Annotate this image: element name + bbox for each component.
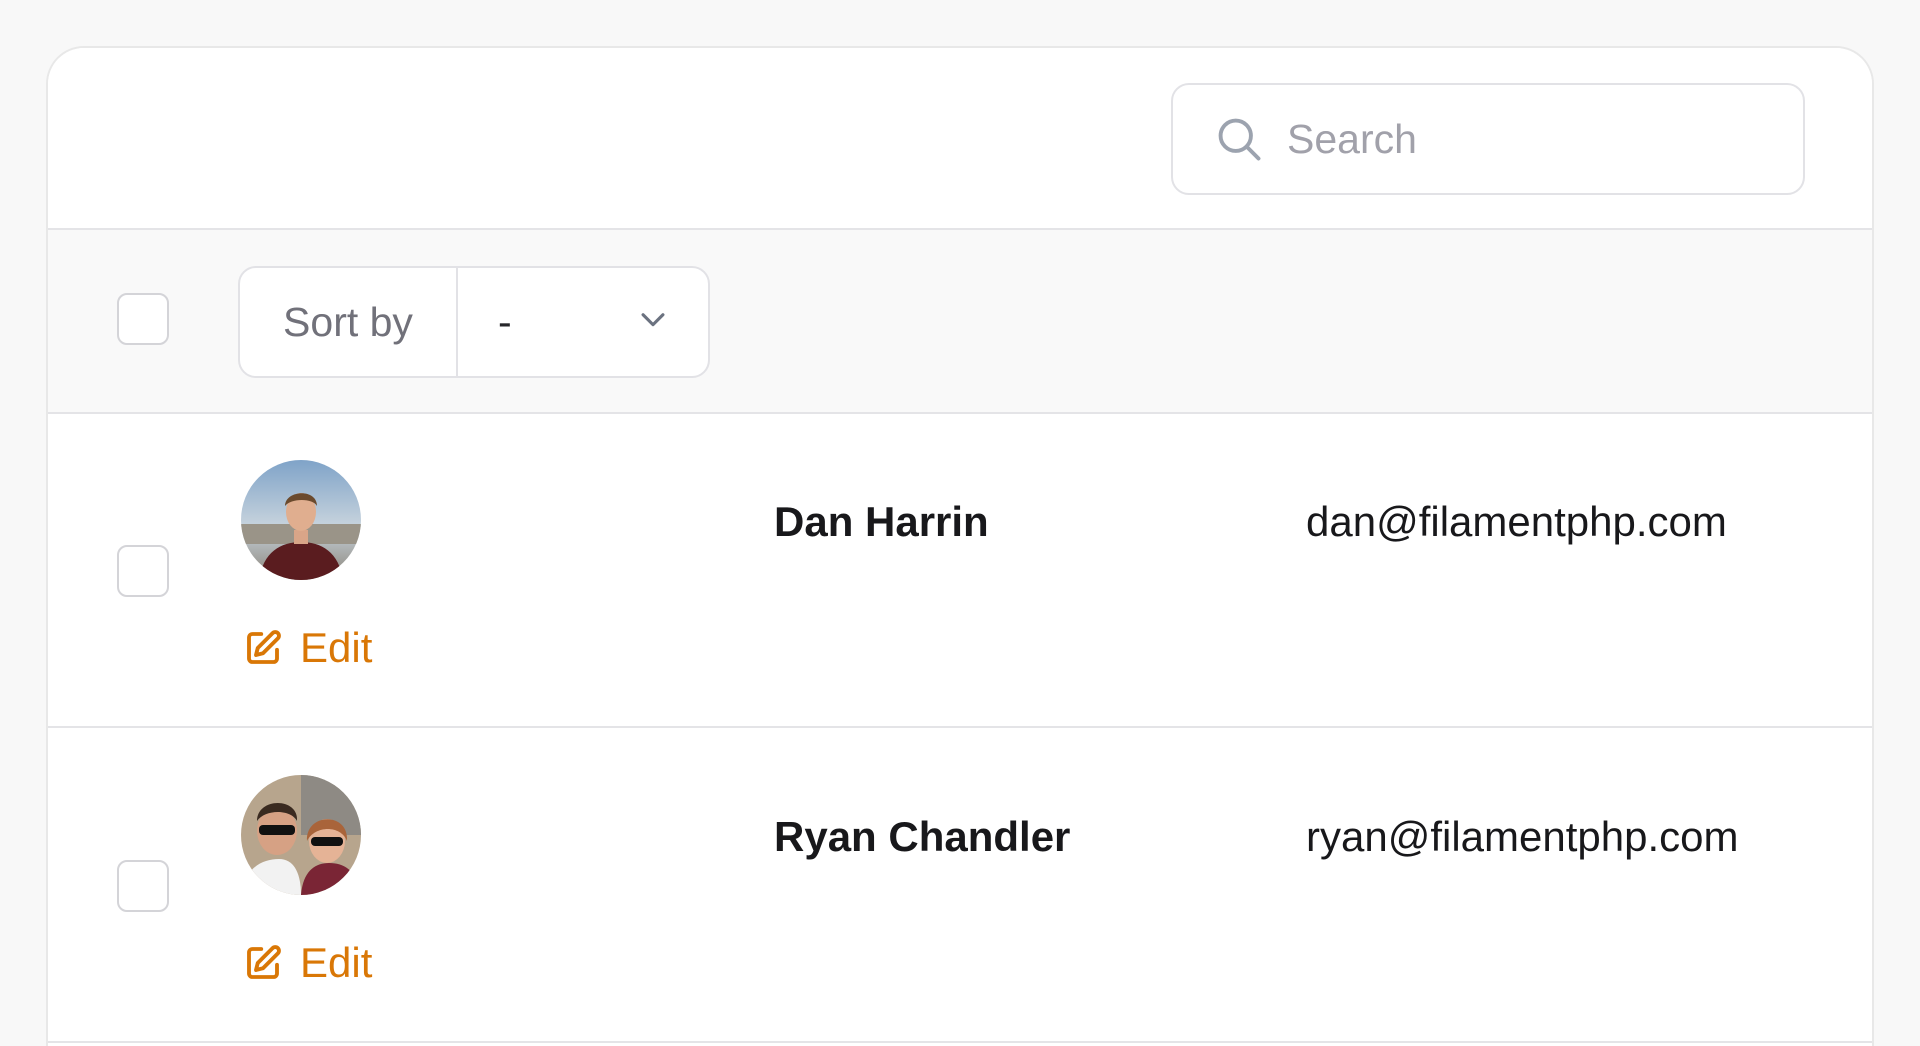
edit-label: Edit xyxy=(300,624,373,671)
search-icon xyxy=(1211,111,1267,167)
sort-by-label: Sort by xyxy=(240,268,458,376)
sort-select[interactable]: - xyxy=(458,268,708,376)
row-checkbox[interactable] xyxy=(117,545,169,597)
edit-link[interactable]: Edit xyxy=(242,939,372,987)
search-field[interactable] xyxy=(1171,83,1805,195)
user-name: Ryan Chandler xyxy=(774,813,1071,860)
users-table-card: Sort by - xyxy=(46,46,1874,1046)
avatar xyxy=(241,460,361,580)
user-name: Dan Harrin xyxy=(774,498,989,545)
edit-link[interactable]: Edit xyxy=(242,624,372,672)
table-header-bar xyxy=(48,48,1872,230)
edit-label: Edit xyxy=(300,939,373,986)
edit-icon xyxy=(242,627,284,669)
select-all-checkbox[interactable] xyxy=(117,293,169,345)
user-email: dan@filamentphp.com xyxy=(1306,498,1727,545)
sort-select-value: - xyxy=(498,298,512,345)
chevron-down-icon xyxy=(636,299,670,346)
table-row: Edit Dan Harrin dan@filamentphp.com xyxy=(48,414,1872,728)
user-email: ryan@filamentphp.com xyxy=(1306,813,1739,860)
search-input[interactable] xyxy=(1287,115,1767,163)
edit-icon xyxy=(242,942,284,984)
table-row: Edit Ryan Chandler ryan@filamentphp.com xyxy=(48,729,1872,1043)
row-checkbox[interactable] xyxy=(117,860,169,912)
avatar xyxy=(241,775,361,895)
sort-control[interactable]: Sort by - xyxy=(238,266,710,378)
table-toolbar: Sort by - xyxy=(48,230,1872,414)
